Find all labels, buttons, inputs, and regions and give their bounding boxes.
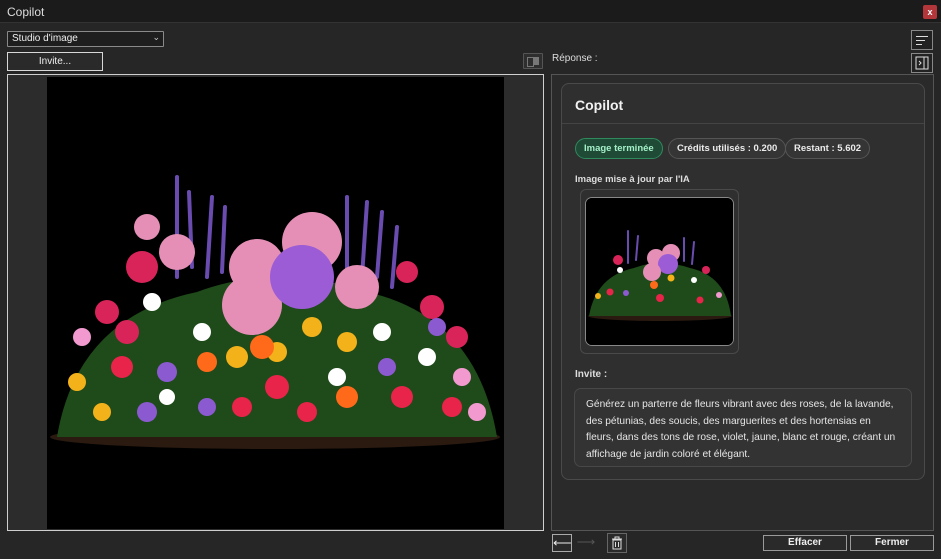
window-title: Copilot: [7, 5, 45, 19]
mode-select[interactable]: Studio d'image ⌄: [7, 31, 164, 47]
thumbnail-frame: [580, 189, 739, 354]
sort-lines-icon[interactable]: [911, 30, 933, 50]
updated-image-thumbnail[interactable]: [585, 197, 734, 346]
compare-icon[interactable]: [523, 53, 543, 69]
close-button[interactable]: Fermer: [850, 535, 934, 551]
chevron-down-icon: ⌄: [152, 32, 160, 42]
prompt-label: Invite :: [575, 369, 608, 380]
trash-icon[interactable]: [607, 533, 627, 553]
status-badge: Image terminée: [575, 138, 663, 159]
updated-image-label: Image mise à jour par l'IA: [575, 174, 690, 185]
invite-button[interactable]: Invite...: [7, 52, 103, 71]
divider: [562, 123, 924, 124]
clear-button[interactable]: Effacer: [763, 535, 847, 551]
panel-toggle-icon[interactable]: [911, 53, 933, 73]
title-bar: Copilot x: [0, 0, 941, 23]
copilot-response-card: Copilot Image terminée Crédits utilisés …: [561, 83, 925, 480]
arrow-right-icon[interactable]: ⟶: [576, 534, 596, 552]
card-title: Copilot: [575, 97, 624, 113]
mode-select-value: Studio d'image: [12, 33, 78, 44]
prompt-text: Générez un parterre de fleurs vibrant av…: [574, 388, 912, 467]
generated-image: [47, 77, 504, 529]
remaining-credits-badge: Restant : 5.602: [785, 138, 871, 159]
arrow-left-icon[interactable]: ⟵: [552, 534, 572, 552]
response-label: Réponse :: [552, 53, 598, 64]
flowerbed-illustration: [47, 77, 504, 529]
close-window-button[interactable]: x: [923, 5, 937, 19]
image-preview-panel: [7, 74, 544, 531]
credits-used-badge: Crédits utilisés : 0.200: [668, 138, 787, 159]
thumbnail-illustration: [586, 198, 733, 345]
response-panel: Copilot Image terminée Crédits utilisés …: [551, 74, 934, 531]
